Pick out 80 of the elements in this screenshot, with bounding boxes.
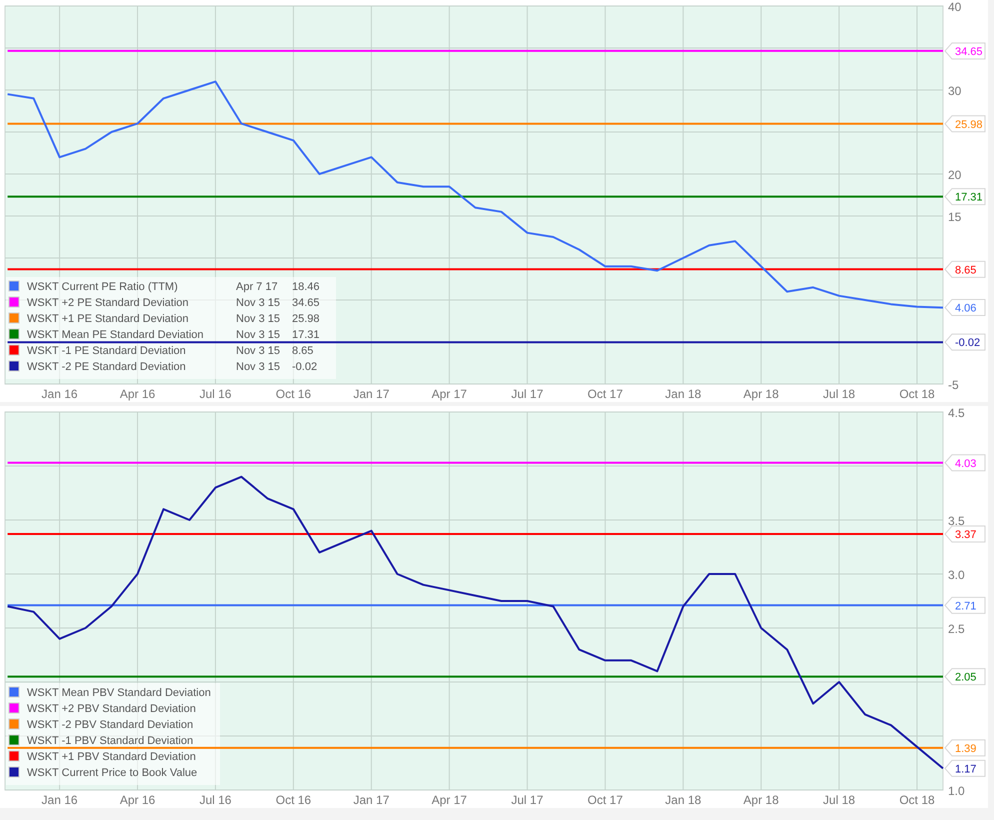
legend-value: 8.65 xyxy=(292,345,314,357)
legend-date: Apr 7 17 xyxy=(236,281,278,293)
x-axis-label: Oct 16 xyxy=(276,387,312,401)
legend-label: WSKT -1 PE Standard Deviation xyxy=(27,345,186,357)
x-axis-label: Jan 17 xyxy=(353,387,390,401)
y-axis-label: 30 xyxy=(948,84,962,98)
x-axis-label: Oct 17 xyxy=(588,793,623,807)
legend-swatch xyxy=(8,360,20,372)
value-tag: 25.98 xyxy=(944,115,986,132)
legend-value: 17.31 xyxy=(292,329,320,341)
x-axis-label: Apr 17 xyxy=(432,387,467,401)
value-tag: 34.65 xyxy=(944,42,986,60)
x-axis-label: Jan 17 xyxy=(353,793,390,807)
legend-swatch xyxy=(8,328,20,340)
legend-swatch xyxy=(8,344,20,356)
legend-swatch xyxy=(8,702,20,714)
x-axis-label: Apr 16 xyxy=(120,387,156,401)
y-axis-label: 2.5 xyxy=(948,622,965,636)
legend-value: 18.46 xyxy=(292,281,320,293)
legend-value: 25.98 xyxy=(292,313,320,325)
x-axis-label: Jan 18 xyxy=(665,793,702,807)
y-axis-label: -5 xyxy=(948,378,959,392)
x-axis-label: Jan 16 xyxy=(42,387,78,401)
legend-swatch xyxy=(8,312,20,324)
legend-label: WSKT -2 PBV Standard Deviation xyxy=(27,719,194,731)
x-axis-label: Jul 18 xyxy=(823,793,856,807)
legend-label: WSKT Current Price to Book Value xyxy=(27,767,198,779)
legend-label: WSKT +1 PE Standard Deviation xyxy=(27,313,189,325)
legend-swatch xyxy=(8,686,20,698)
x-axis-label: Jan 18 xyxy=(665,387,702,401)
legend-label: WSKT -1 PBV Standard Deviation xyxy=(27,735,194,747)
x-axis-label: Oct 16 xyxy=(276,793,312,807)
legend-swatch xyxy=(8,280,20,292)
y-axis-label: 4.5 xyxy=(948,406,965,420)
legend-label: WSKT +1 PBV Standard Deviation xyxy=(27,751,196,763)
x-axis-label: Jul 16 xyxy=(199,793,232,807)
legend-date: Nov 3 15 xyxy=(236,329,280,341)
legend-date: Nov 3 15 xyxy=(236,345,280,357)
legend-value: -0.02 xyxy=(292,361,318,373)
legend-label: WSKT +2 PBV Standard Deviation xyxy=(27,703,196,715)
value-tag: 1.17 xyxy=(944,760,986,777)
legend-value: 34.65 xyxy=(292,297,320,309)
y-axis-label: 40 xyxy=(948,0,962,14)
x-axis-label: Apr 16 xyxy=(120,793,156,807)
value-tag: 4.06 xyxy=(944,299,986,316)
x-axis-label: Jul 17 xyxy=(511,793,544,807)
value-tag: 2.71 xyxy=(944,596,986,614)
x-axis-label: Jul 18 xyxy=(823,387,856,401)
y-axis-label: 3.5 xyxy=(948,514,965,528)
legend-swatch xyxy=(8,718,20,730)
y-axis-label: 3.0 xyxy=(948,568,965,582)
value-tag: 2.05 xyxy=(944,668,986,686)
legend-swatch xyxy=(8,750,20,762)
value-tag: -0.02 xyxy=(944,334,986,351)
legend-label: WSKT Mean PE Standard Deviation xyxy=(27,329,204,341)
legend-swatch xyxy=(8,766,20,778)
x-axis-label: Jul 16 xyxy=(199,387,232,401)
legend-label: WSKT +2 PE Standard Deviation xyxy=(27,297,189,309)
x-axis-label: Oct 17 xyxy=(588,387,623,401)
x-axis-label: Apr 17 xyxy=(432,793,467,807)
x-axis-label: Jan 16 xyxy=(42,793,78,807)
y-axis-label: 20 xyxy=(948,168,962,182)
legend-label: WSKT Mean PBV Standard Deviation xyxy=(27,687,211,699)
value-tag: 1.39 xyxy=(944,739,986,756)
x-axis-label: Apr 18 xyxy=(743,793,779,807)
x-axis-label: Oct 18 xyxy=(899,793,935,807)
legend-date: Nov 3 15 xyxy=(236,297,280,309)
value-tag: 3.37 xyxy=(944,526,986,543)
legend-label: WSKT Current PE Ratio (TTM) xyxy=(27,281,178,293)
legend-date: Nov 3 15 xyxy=(236,313,280,325)
value-tag: 4.03 xyxy=(944,454,986,472)
x-axis-label: Jul 17 xyxy=(511,387,544,401)
value-tag: 8.65 xyxy=(944,260,986,278)
x-axis-label: Apr 18 xyxy=(743,387,779,401)
legend-date: Nov 3 15 xyxy=(236,361,280,373)
value-tag: 17.31 xyxy=(944,188,986,206)
legend-label: WSKT -2 PE Standard Deviation xyxy=(27,361,186,373)
y-axis-label: 15 xyxy=(948,210,962,224)
y-axis-label: 1.0 xyxy=(948,784,965,798)
x-axis-label: Oct 18 xyxy=(899,387,935,401)
